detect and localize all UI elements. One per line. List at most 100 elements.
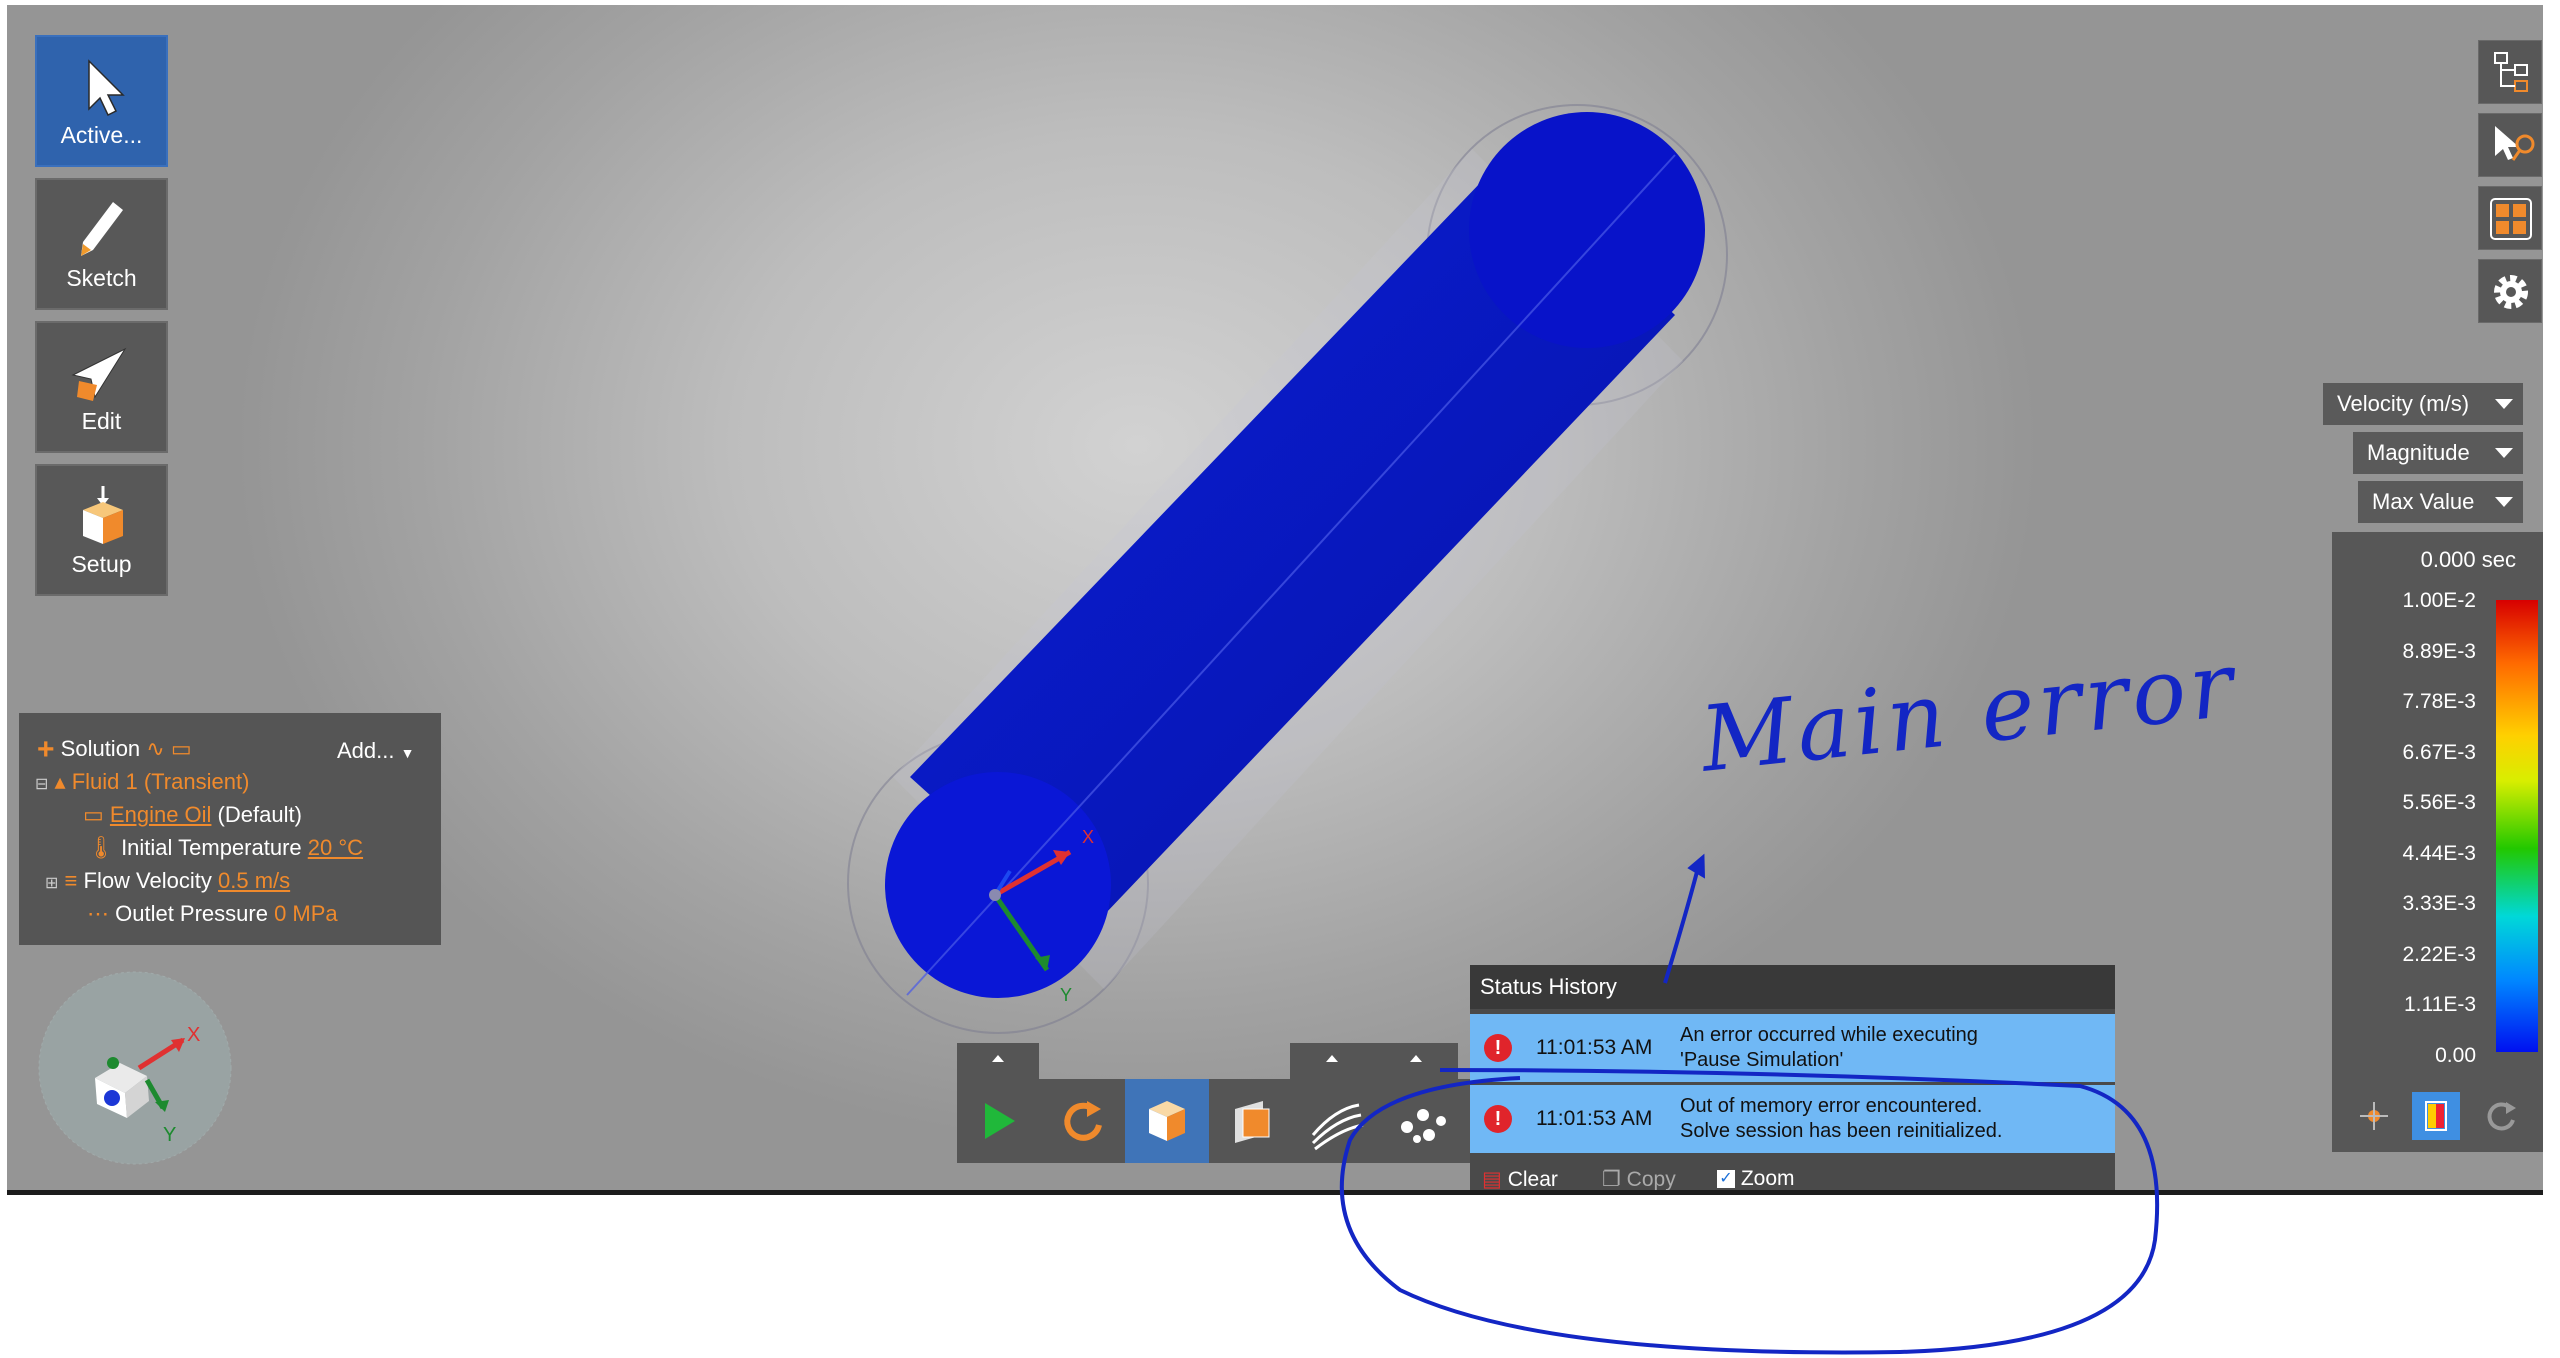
dropdown-label: Magnitude	[2367, 440, 2470, 465]
clear-button[interactable]: ▤ Clear	[1482, 1167, 1558, 1192]
outlet-icon: ⋯	[87, 901, 109, 926]
display-options-icon[interactable]	[2478, 186, 2542, 250]
fluid-icon: ▴	[54, 769, 66, 794]
material-icon[interactable]: ▭	[171, 736, 192, 761]
particles-icon[interactable]	[1377, 1079, 1461, 1163]
section-view-icon[interactable]	[1209, 1079, 1293, 1163]
streamlines-icon[interactable]	[1293, 1079, 1377, 1163]
settings-gear-icon[interactable]	[2478, 259, 2542, 323]
color-legend: 0.000 sec 1.00E-2 8.89E-3 7.78E-3 6.67E-3 5.…	[2332, 532, 2543, 1152]
legend-tick-label: 6.67E-3	[2402, 740, 2476, 764]
error-icon: !	[1484, 1105, 1512, 1133]
copy-icon: ❐	[1602, 1168, 1621, 1191]
status-row[interactable]: ! 11:01:53 AM An error occurred while ex…	[1470, 1014, 2115, 1082]
pencil-icon	[37, 198, 166, 260]
status-time: 11:01:53 AM	[1536, 1036, 1653, 1059]
model-tree-panel: + Solution ∿ ▭ Add... ▼ ⊟ ▴ Fluid 1 (Tra…	[19, 713, 441, 945]
solution-header[interactable]: + Solution ∿ ▭	[37, 733, 192, 767]
triad-x-label: X	[187, 1024, 201, 1046]
collapse-icon[interactable]: ⊟	[35, 776, 48, 793]
cursor-arrow-icon	[37, 55, 166, 117]
inlet-icon: ≡	[64, 868, 78, 893]
result-component-dropdown[interactable]: Magnitude	[2353, 432, 2523, 474]
legend-tick-label: 3.33E-3	[2402, 892, 2476, 915]
status-message-line: An error occurred while executing	[1680, 1024, 1978, 1046]
caret-down-icon: ▼	[400, 745, 415, 761]
tool-label: Active...	[60, 122, 143, 148]
solution-label: Solution	[60, 735, 141, 761]
probe-icon[interactable]	[2352, 1094, 2396, 1138]
toolbar-expand-tab[interactable]	[957, 1043, 1039, 1079]
chevron-down-icon	[2495, 497, 2513, 507]
status-row[interactable]: ! 11:01:53 AM Out of memory error encoun…	[1470, 1085, 2115, 1153]
select-pointer-icon[interactable]	[2478, 113, 2542, 177]
toolbar-expand-tab[interactable]	[1290, 1043, 1374, 1079]
legend-time: 0.000 sec	[2420, 547, 2516, 572]
reset-icon[interactable]	[1041, 1079, 1125, 1163]
copy-button[interactable]: ❐ Copy	[1602, 1167, 1676, 1192]
velocity-value[interactable]: 0.5 m/s	[218, 868, 290, 893]
tool-label: Edit	[81, 408, 122, 434]
setup-box-icon	[37, 484, 166, 546]
legend-color-bar	[2496, 600, 2538, 1052]
toolbar-expand-tab[interactable]	[1374, 1043, 1458, 1079]
pressure-value[interactable]: 0 MPa	[274, 901, 338, 926]
result-mode-dropdown[interactable]: Max Value	[2358, 481, 2523, 523]
legend-tick-label: 2.22E-3	[2402, 942, 2476, 966]
structure-tree-icon[interactable]	[2478, 40, 2542, 104]
add-menu-button[interactable]: Add... ▼	[337, 738, 414, 764]
chevron-down-icon	[2495, 399, 2513, 409]
legend-tick-label: 5.56E-3	[2402, 791, 2476, 814]
simulation-toolbar	[957, 1079, 1474, 1163]
expand-icon[interactable]: ⊞	[45, 875, 58, 892]
active-select-button[interactable]: Active...	[35, 35, 168, 167]
svg-text:Y: Y	[1060, 985, 1072, 1005]
add-plus-icon: +	[37, 733, 55, 766]
error-icon: !	[1484, 1034, 1512, 1062]
viewport-bottom-border	[7, 1190, 2543, 1195]
caret-up-icon	[992, 1055, 1004, 1062]
velocity-label: Flow Velocity	[83, 868, 218, 893]
material-suffix: (Default)	[211, 802, 302, 827]
status-message-line: 'Pause Simulation'	[1680, 1049, 1844, 1071]
waveform-icon[interactable]: ∿	[146, 736, 164, 761]
tree-item-material[interactable]: ▭ Engine Oil (Default)	[83, 802, 302, 828]
thermometer-icon: 🌡	[87, 835, 115, 860]
tree-item-pressure[interactable]: ⋯ Outlet Pressure 0 MPa	[87, 901, 338, 927]
material-link[interactable]: Engine Oil	[110, 802, 212, 827]
legend-tick-label: 4.44E-3	[2402, 841, 2476, 865]
solid-view-icon[interactable]	[1125, 1079, 1209, 1163]
status-history-panel: Status History ! 11:01:53 AM An error oc…	[1470, 965, 2115, 1192]
legend-toggle-icon[interactable]	[2412, 1092, 2460, 1140]
tool-label: Sketch	[66, 265, 137, 291]
edit-arrow-icon	[37, 341, 166, 403]
edit-button[interactable]: Edit	[35, 321, 168, 453]
tree-item-velocity[interactable]: ⊞ ≡ Flow Velocity 0.5 m/s	[45, 868, 290, 894]
temp-label: Initial Temperature	[121, 835, 308, 860]
tool-label: Setup	[71, 551, 132, 577]
pressure-label: Outlet Pressure	[115, 901, 275, 926]
chevron-down-icon	[2495, 448, 2513, 458]
tree-item-temperature[interactable]: 🌡 Initial Temperature 20 °C	[87, 835, 363, 861]
reset-scale-icon[interactable]	[2480, 1094, 2524, 1138]
sketch-button[interactable]: Sketch	[35, 178, 168, 310]
pipe-model[interactable]: X Y	[7, 5, 2543, 1192]
zoom-checkbox[interactable]: ✓ Zoom	[1717, 1167, 1795, 1191]
view-triad[interactable]: X Y	[35, 968, 235, 1168]
tree-item-fluid[interactable]: ⊟ ▴ Fluid 1 (Transient)	[35, 769, 249, 795]
material-icon: ▭	[83, 802, 104, 827]
copy-label: Copy	[1626, 1168, 1676, 1191]
3d-viewport[interactable]: X Y Active... Sketch Edit Setup Velocity…	[7, 5, 2543, 1192]
play-icon[interactable]	[957, 1079, 1041, 1163]
status-time: 11:01:53 AM	[1536, 1107, 1653, 1130]
zoom-label: Zoom	[1740, 1167, 1795, 1190]
status-message-line: Solve session has been reinitialized.	[1680, 1120, 2003, 1142]
temp-value[interactable]: 20 °C	[308, 835, 363, 860]
result-quantity-dropdown[interactable]: Velocity (m/s)	[2323, 383, 2523, 425]
legend-tick-label: 8.89E-3	[2402, 639, 2476, 663]
setup-button[interactable]: Setup	[35, 464, 168, 596]
status-message: An error occurred while executing 'Pause…	[1680, 1023, 1978, 1073]
legend-tick-label: 7.78E-3	[2402, 690, 2476, 713]
add-label: Add...	[337, 738, 395, 763]
svg-text:X: X	[1082, 827, 1094, 847]
